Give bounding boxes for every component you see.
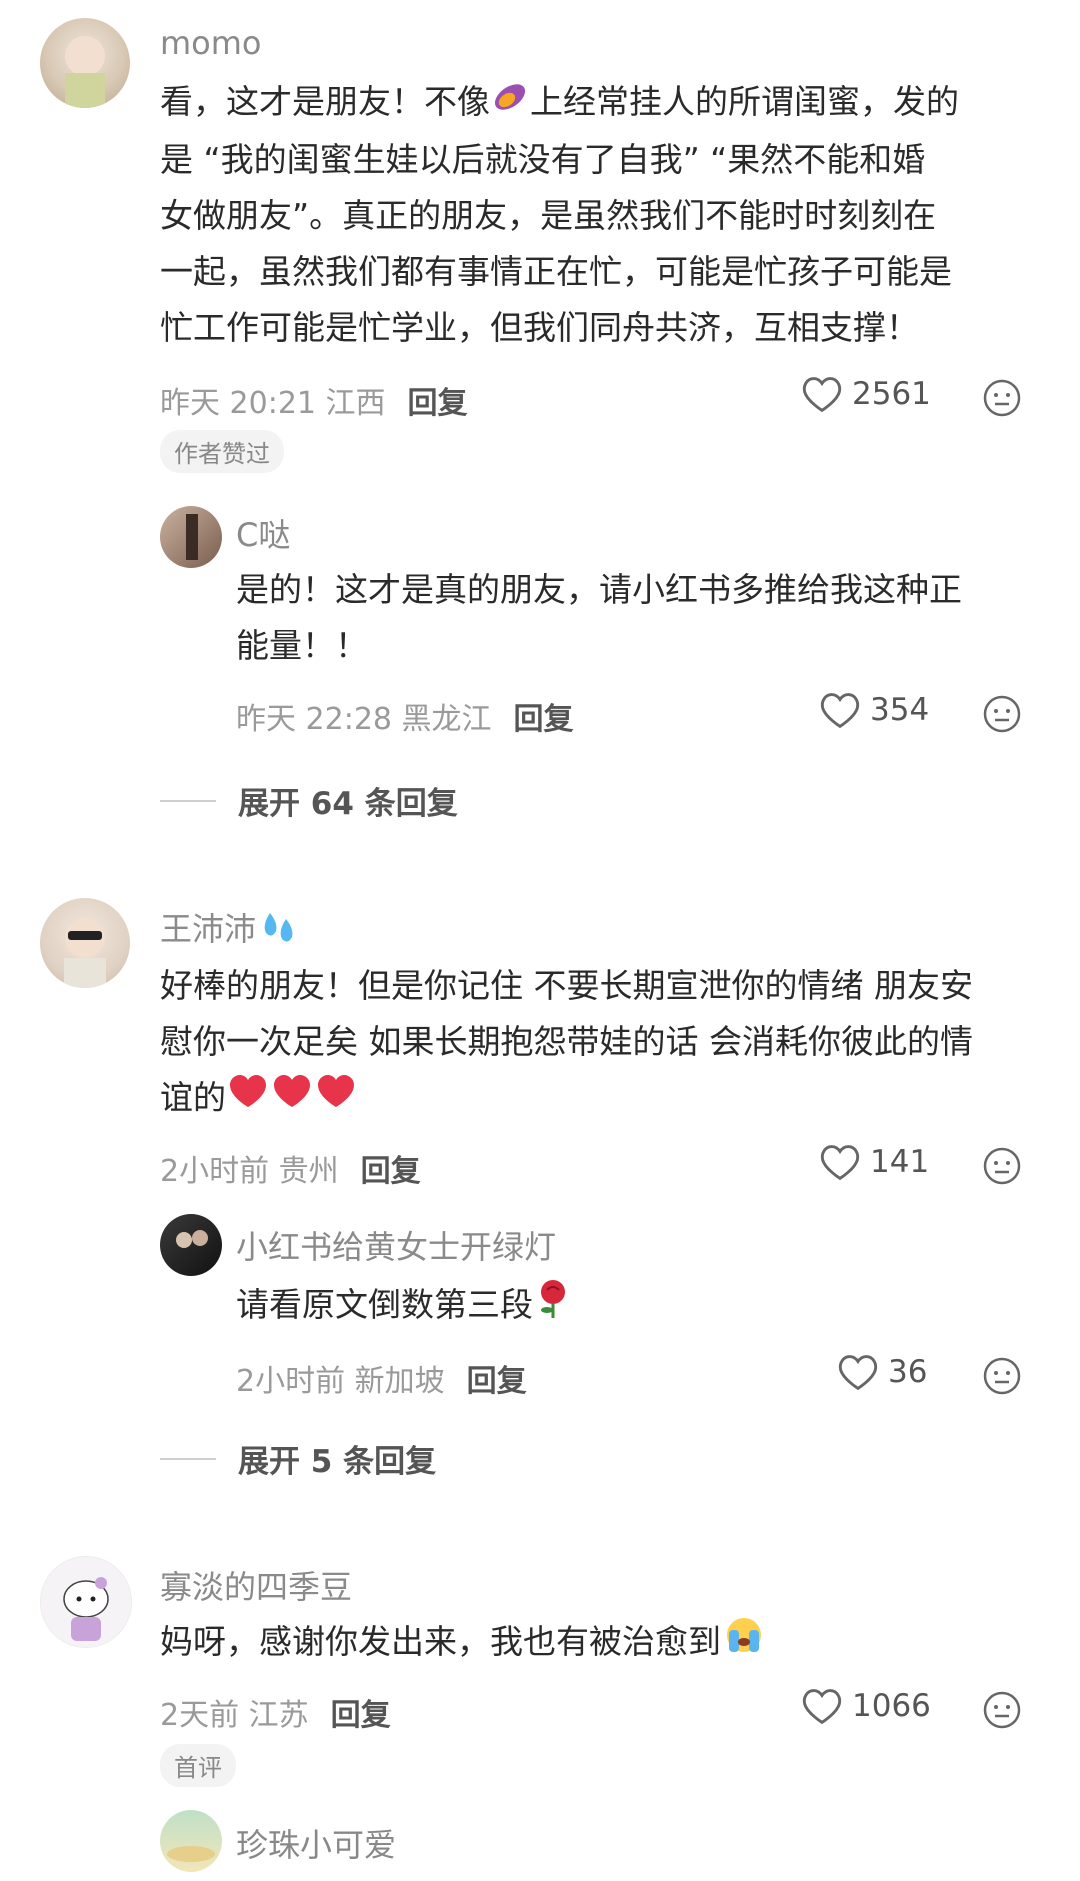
neutral-face-icon[interactable]	[982, 1690, 1022, 1730]
reply-button[interactable]: 回复	[408, 386, 468, 421]
baby-avatar-image	[65, 36, 105, 108]
heart-outline-icon	[838, 1355, 878, 1391]
like-button[interactable]: 2561	[800, 374, 931, 414]
person-avatar-image	[176, 1230, 208, 1248]
like-count: 2561	[852, 376, 931, 412]
heart-outline-icon	[802, 377, 842, 413]
like-count: 354	[870, 692, 930, 728]
crying-face-icon	[721, 1614, 767, 1673]
red-heart-emoji	[226, 1071, 358, 1128]
comment-text: 好棒的朋友！但是你记住 不要长期宣泄你的情绪 朋友安 慰你一次足矣 如果长期抱怨…	[160, 958, 1040, 1128]
reply-text: 请看原文倒数第三段	[236, 1276, 1036, 1337]
reply-text: 是的！这才是真的朋友，请小红书多推给我这种正 能量！！	[236, 570, 962, 665]
sweat-drops-icon	[256, 907, 300, 955]
reply-username[interactable]: 小红书给黄女士开绿灯	[236, 1222, 556, 1268]
avatar[interactable]	[40, 898, 130, 988]
comment-time-location: 2小时前 贵州	[160, 1154, 339, 1189]
heart-outline-icon	[820, 1145, 860, 1181]
avatar[interactable]	[160, 506, 222, 568]
like-button[interactable]: 141	[818, 1142, 929, 1182]
reply-username[interactable]: C哒	[236, 510, 290, 556]
avatar[interactable]	[160, 1810, 222, 1872]
landscape-avatar-image	[167, 1846, 215, 1862]
hello-kitty-avatar-image	[63, 1577, 109, 1641]
reply-button[interactable]: 回复	[467, 1364, 527, 1399]
divider	[160, 799, 216, 802]
comment-username[interactable]: 寡淡的四季豆	[160, 1562, 352, 1608]
first-comment-badge: 首评	[160, 1744, 236, 1787]
comment-meta: 2小时前 贵州 回复	[160, 1146, 421, 1190]
neutral-face-icon[interactable]	[982, 1146, 1022, 1186]
like-count: 1066	[852, 1688, 931, 1724]
reply-button[interactable]: 回复	[331, 1698, 391, 1733]
avatar[interactable]	[40, 1556, 132, 1648]
comment-time-location: 2天前 江苏	[160, 1698, 309, 1733]
like-count: 141	[870, 1144, 930, 1180]
divider	[160, 1457, 216, 1460]
comment-text: 妈呀，感谢你发出来，我也有被治愈到	[160, 1614, 1040, 1673]
like-button[interactable]: 1066	[800, 1686, 931, 1726]
comment-username[interactable]: 珍珠小可爱	[236, 1820, 396, 1866]
like-button[interactable]: 36	[836, 1352, 927, 1392]
neutral-face-icon[interactable]	[982, 378, 1022, 418]
reply-button[interactable]: 回复	[514, 702, 574, 737]
reply-time-location: 昨天 22:28 黑龙江	[236, 702, 492, 737]
comment-username[interactable]: momo	[160, 24, 262, 62]
rose-icon	[533, 1276, 573, 1337]
reply-time-location: 2小时前 新加坡	[236, 1364, 445, 1399]
expand-replies-button[interactable]: 展开 64 条回复	[160, 778, 458, 823]
baby-avatar-image	[64, 918, 106, 988]
like-count: 36	[888, 1354, 928, 1390]
reply-meta: 昨天 22:28 黑龙江 回复	[236, 694, 574, 738]
avatar[interactable]	[40, 18, 130, 108]
author-liked-badge: 作者赞过	[160, 430, 284, 473]
comment-meta: 昨天 20:21 江西 回复	[160, 378, 468, 422]
neutral-face-icon[interactable]	[982, 694, 1022, 734]
reply-meta: 2小时前 新加坡 回复	[236, 1356, 527, 1400]
person-avatar-image	[186, 514, 198, 560]
expand-replies-button[interactable]: 展开 5 条回复	[160, 1436, 436, 1481]
comment-meta: 2天前 江苏 回复	[160, 1690, 391, 1734]
heart-outline-icon	[802, 1689, 842, 1725]
reply-button[interactable]: 回复	[361, 1154, 421, 1189]
comment-text: 看，这才是朋友！不像 上经常挂人的所谓闺蜜，发的 是 “我的闺蜜生娃以后就没有了自…	[160, 74, 1040, 356]
comment-time-location: 昨天 20:21 江西	[160, 386, 386, 421]
like-button[interactable]: 354	[818, 690, 929, 730]
comment-username[interactable]: 王沛沛	[160, 904, 300, 955]
avatar[interactable]	[160, 1214, 222, 1276]
heart-outline-icon	[820, 693, 860, 729]
neutral-face-icon[interactable]	[982, 1356, 1022, 1396]
sweet-potato-icon	[490, 75, 530, 132]
